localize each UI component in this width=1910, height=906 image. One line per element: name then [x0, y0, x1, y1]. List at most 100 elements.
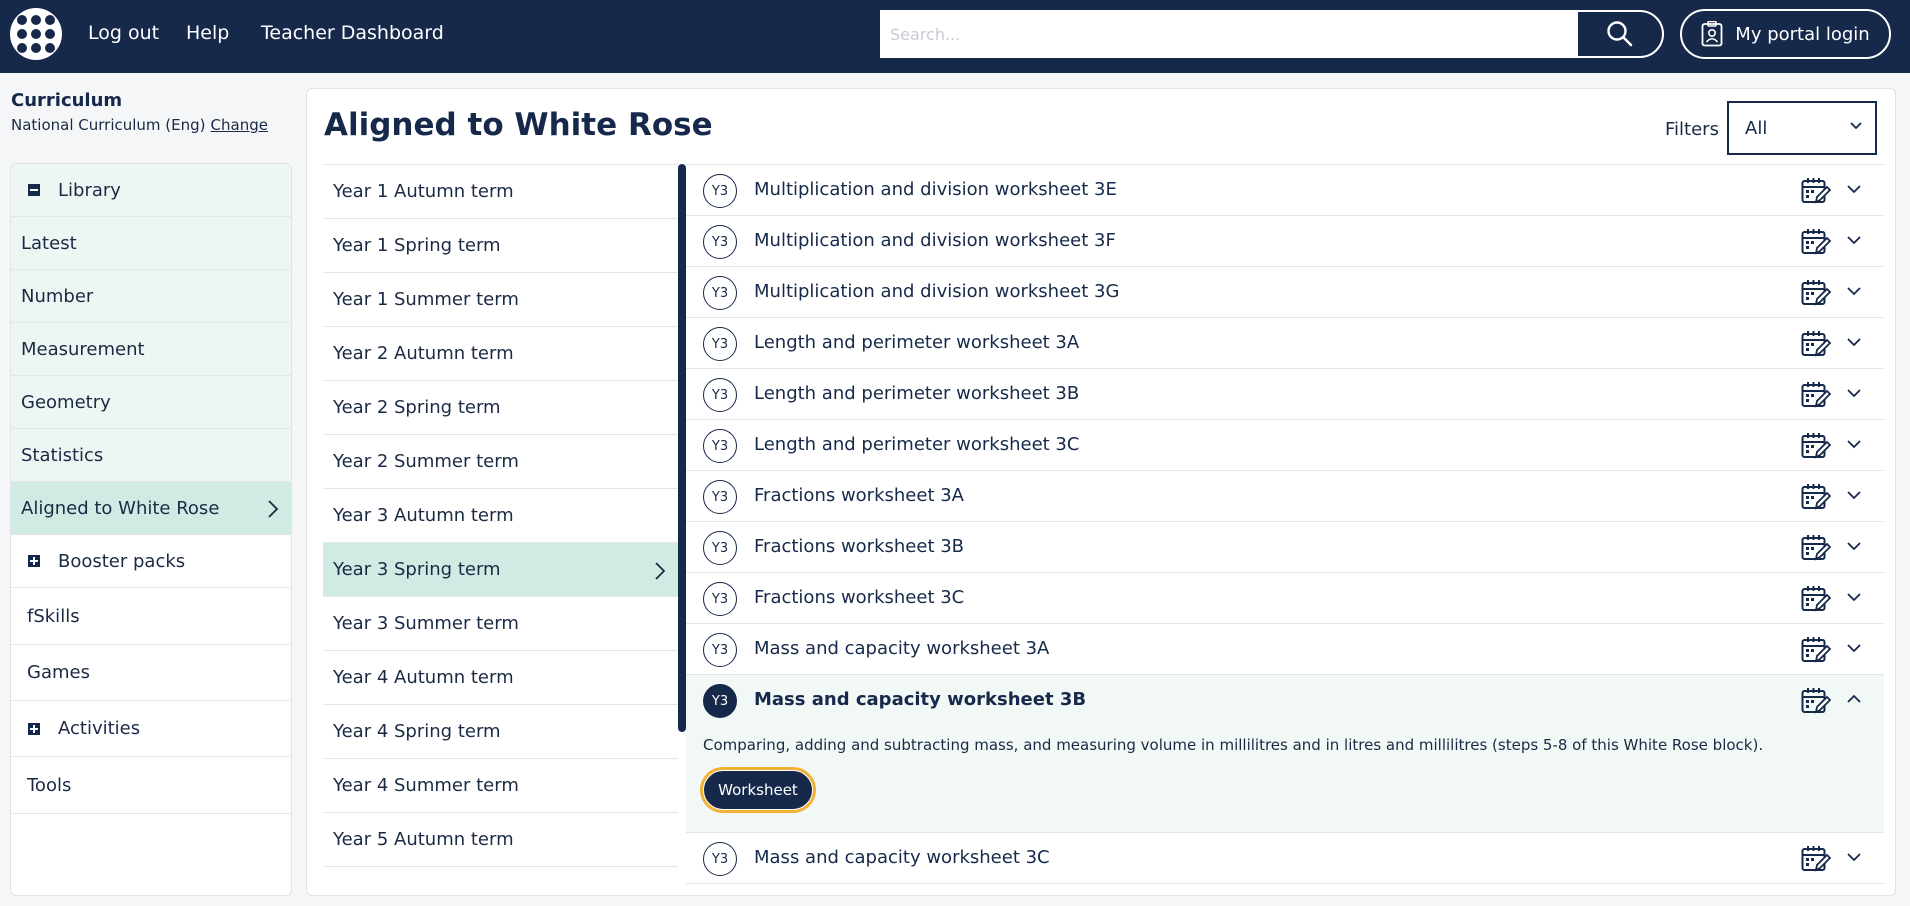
chevron-up-icon[interactable] [1846, 693, 1862, 705]
sidebar-item-aligned-to-white-rose[interactable]: Aligned to White Rose [11, 482, 291, 535]
resource-title[interactable]: Mass and capacity worksheet 3A [754, 638, 1049, 659]
term-item[interactable]: Year 5 Autumn term [323, 813, 678, 867]
resource-title[interactable]: Length and perimeter worksheet 3B [754, 383, 1079, 404]
chevron-down-icon[interactable] [1846, 489, 1862, 501]
chevron-down-icon[interactable] [1846, 591, 1862, 603]
resource-title[interactable]: Length and perimeter worksheet 3A [754, 332, 1079, 353]
search-input[interactable] [880, 10, 1576, 58]
calendar-edit-icon[interactable] [1801, 330, 1831, 358]
chevron-down-icon[interactable] [1846, 183, 1862, 195]
change-curriculum-link[interactable]: Change [211, 116, 268, 134]
sidebar-item-number[interactable]: Number [11, 270, 291, 323]
term-item[interactable]: Year 1 Spring term [323, 219, 678, 273]
term-item[interactable]: Year 3 Summer term [323, 597, 678, 651]
sidebar-item-booster-packs[interactable]: Booster packs [11, 535, 291, 588]
chevron-down-icon[interactable] [1846, 438, 1862, 450]
curriculum-name: National Curriculum (Eng) [11, 116, 206, 134]
page-title: Aligned to White Rose [324, 107, 713, 143]
year-badge: Y3 [703, 633, 737, 667]
resource-description: Comparing, adding and subtracting mass, … [703, 736, 1764, 754]
term-item[interactable]: Year 2 Autumn term [323, 327, 678, 381]
sidebar-item-label: Games [27, 662, 90, 683]
calendar-edit-icon[interactable] [1801, 279, 1831, 307]
term-item[interactable]: Year 4 Autumn term [323, 651, 678, 705]
resource-title[interactable]: Multiplication and division worksheet 3G [754, 281, 1119, 302]
apps-menu-icon[interactable] [10, 8, 62, 60]
term-item[interactable]: Year 2 Spring term [323, 381, 678, 435]
resource-row[interactable]: Y3 Mass and capacity worksheet 3C [686, 833, 1884, 884]
term-label: Year 1 Summer term [333, 289, 519, 310]
chevron-down-icon[interactable] [1846, 387, 1862, 399]
resource-title[interactable]: Length and perimeter worksheet 3C [754, 434, 1079, 455]
calendar-edit-icon[interactable] [1801, 585, 1831, 613]
resource-row[interactable]: Y3 Multiplication and division worksheet… [686, 267, 1884, 318]
chevron-down-icon[interactable] [1846, 234, 1862, 246]
calendar-edit-icon[interactable] [1801, 228, 1831, 256]
year-badge: Y3 [703, 531, 737, 565]
help-link[interactable]: Help [186, 22, 229, 44]
resource-title[interactable]: Multiplication and division worksheet 3F [754, 230, 1116, 251]
chevron-down-icon[interactable] [1846, 540, 1862, 552]
calendar-edit-icon[interactable] [1801, 845, 1831, 873]
sidebar-item-activities[interactable]: Activities [11, 701, 291, 757]
term-label: Year 2 Summer term [333, 451, 519, 472]
sidebar-item-fskills[interactable]: fSkills [11, 588, 291, 645]
resource-title[interactable]: Fractions worksheet 3B [754, 536, 964, 557]
sidebar-item-label: Latest [21, 232, 77, 254]
year-badge: Y3 [703, 378, 737, 412]
resource-title[interactable]: Mass and capacity worksheet 3C [754, 847, 1050, 868]
resource-row[interactable]: Y3 Fractions worksheet 3C [686, 573, 1884, 624]
chevron-down-icon[interactable] [1846, 851, 1862, 863]
sidebar-item-games[interactable]: Games [11, 645, 291, 701]
resource-title[interactable]: Mass and capacity worksheet 3B [754, 689, 1086, 710]
sidebar-item-geometry[interactable]: Geometry [11, 376, 291, 429]
search-button[interactable] [1576, 10, 1664, 58]
calendar-edit-icon[interactable] [1801, 177, 1831, 205]
resource-row[interactable]: Y3 Fractions worksheet 3A [686, 471, 1884, 522]
calendar-edit-icon[interactable] [1801, 636, 1831, 664]
resource-title[interactable]: Multiplication and division worksheet 3E [754, 179, 1117, 200]
sidebar-item-latest[interactable]: Latest [11, 217, 291, 270]
resource-title[interactable]: Fractions worksheet 3A [754, 485, 964, 506]
term-item-active[interactable]: Year 3 Spring term [323, 543, 678, 597]
resource-row[interactable]: Y3 Length and perimeter worksheet 3B [686, 369, 1884, 420]
resource-row-expanded[interactable]: Y3 Mass and capacity worksheet 3B Compar… [686, 675, 1884, 833]
term-item[interactable]: Year 4 Summer term [323, 759, 678, 813]
sidebar-item-tools[interactable]: Tools [11, 757, 291, 814]
calendar-edit-icon[interactable] [1801, 432, 1831, 460]
term-item[interactable]: Year 4 Spring term [323, 705, 678, 759]
resource-row[interactable]: Y3 Fractions worksheet 3B [686, 522, 1884, 573]
chevron-down-icon[interactable] [1846, 285, 1862, 297]
chevron-down-icon[interactable] [1846, 642, 1862, 654]
term-item[interactable]: Year 1 Autumn term [323, 165, 678, 219]
term-item[interactable]: Year 1 Summer term [323, 273, 678, 327]
portal-login-button[interactable]: My portal login [1680, 9, 1891, 59]
sidebar-item-statistics[interactable]: Statistics [11, 429, 291, 482]
sidebar-item-label: Activities [58, 718, 141, 739]
filters-label: Filters [1665, 119, 1719, 140]
sidebar-item-measurement[interactable]: Measurement [11, 323, 291, 376]
calendar-edit-icon[interactable] [1801, 687, 1831, 715]
chevron-down-icon [1850, 122, 1862, 130]
resource-title[interactable]: Fractions worksheet 3C [754, 587, 964, 608]
term-list-scrollbar[interactable] [678, 164, 686, 732]
resource-row[interactable]: Y3 Mass and capacity worksheet 3A [686, 624, 1884, 675]
filters-dropdown[interactable]: All [1727, 101, 1877, 155]
calendar-edit-icon[interactable] [1801, 483, 1831, 511]
calendar-edit-icon[interactable] [1801, 534, 1831, 562]
sidebar-item-library[interactable]: Library [11, 164, 291, 217]
term-label: Year 4 Autumn term [333, 667, 514, 688]
resource-row[interactable]: Y3 Length and perimeter worksheet 3C [686, 420, 1884, 471]
term-item[interactable]: Year 3 Autumn term [323, 489, 678, 543]
resource-row[interactable]: Y3 Multiplication and division worksheet… [686, 165, 1884, 216]
logout-link[interactable]: Log out [88, 22, 159, 44]
year-badge: Y3 [703, 225, 737, 259]
term-item[interactable]: Year 2 Summer term [323, 435, 678, 489]
resource-row[interactable]: Y3 Length and perimeter worksheet 3A [686, 318, 1884, 369]
resource-row[interactable]: Y3 Multiplication and division worksheet… [686, 216, 1884, 267]
worksheet-button[interactable]: Worksheet [703, 770, 813, 810]
teacher-dashboard-link[interactable]: Teacher Dashboard [261, 22, 444, 44]
calendar-edit-icon[interactable] [1801, 381, 1831, 409]
id-badge-icon [1701, 21, 1723, 47]
chevron-down-icon[interactable] [1846, 336, 1862, 348]
